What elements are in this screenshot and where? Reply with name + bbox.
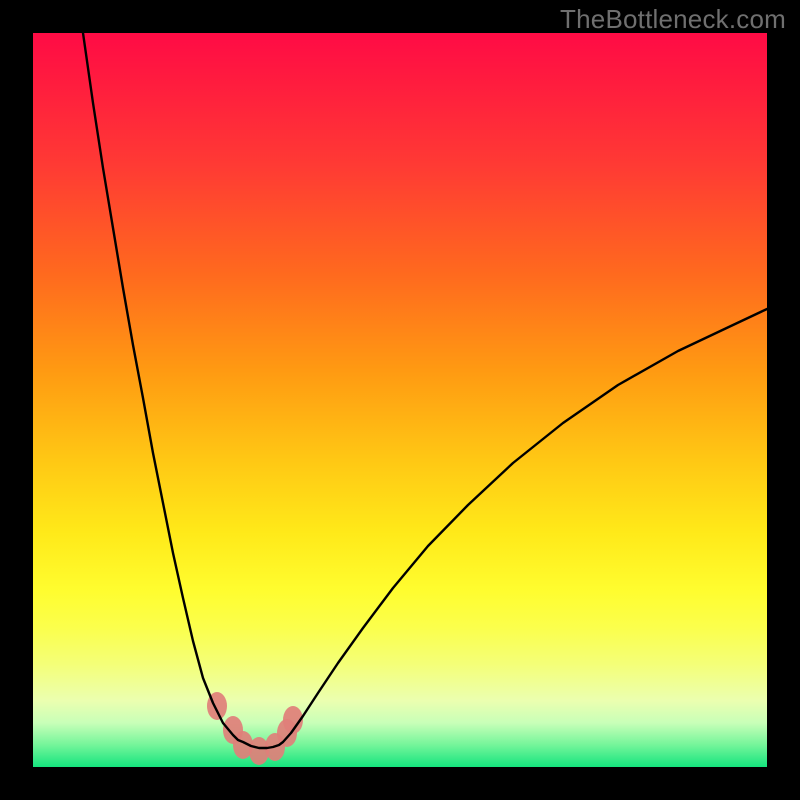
plot-area xyxy=(33,33,767,767)
chart-svg xyxy=(33,33,767,767)
markers-layer xyxy=(207,692,303,765)
chart-frame: TheBottleneck.com xyxy=(0,0,800,800)
bottleneck-curve xyxy=(83,33,767,748)
watermark-text: TheBottleneck.com xyxy=(560,4,786,35)
